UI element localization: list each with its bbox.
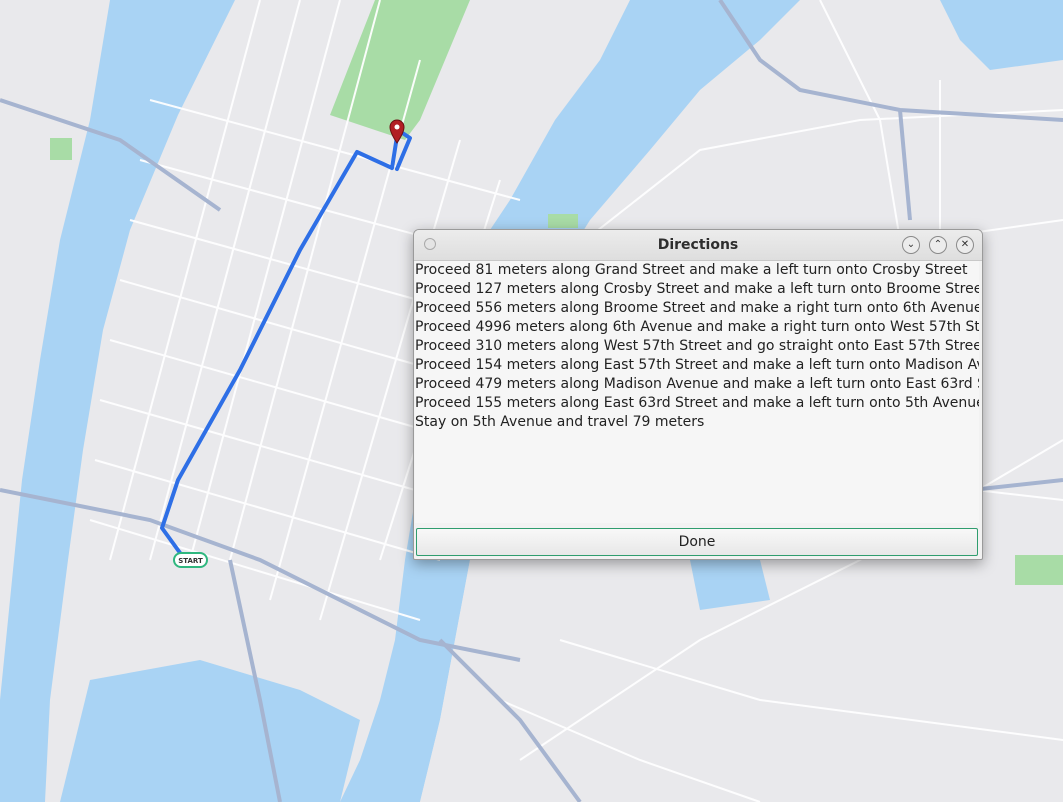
- minimize-button[interactable]: ⌄: [902, 236, 920, 254]
- directions-list[interactable]: Proceed 81 meters along Grand Street and…: [415, 261, 979, 523]
- park-patch: [50, 138, 72, 160]
- chevron-up-icon: ⌃: [933, 239, 943, 250]
- directions-dialog: Directions ⌄ ⌃ ✕ Proceed 81 meters along…: [413, 229, 983, 560]
- direction-step: Proceed 154 meters along East 57th Stree…: [415, 357, 979, 373]
- chevron-down-icon: ⌄: [906, 239, 916, 250]
- park-patch: [1015, 555, 1063, 585]
- dialog-title: Directions: [657, 237, 739, 253]
- start-marker[interactable]: START: [173, 552, 208, 568]
- direction-step: Proceed 556 meters along Broome Street a…: [415, 300, 979, 316]
- park-patch: [548, 214, 578, 228]
- done-button[interactable]: Done: [416, 528, 978, 556]
- direction-step: Proceed 127 meters along Crosby Street a…: [415, 281, 979, 297]
- close-icon: ✕: [960, 239, 970, 250]
- direction-step: Proceed 310 meters along West 57th Stree…: [415, 338, 979, 354]
- direction-step: Proceed 155 meters along East 63rd Stree…: [415, 395, 979, 411]
- direction-step: Proceed 479 meters along Madison Avenue …: [415, 376, 979, 392]
- close-button[interactable]: ✕: [956, 236, 974, 254]
- direction-step: Stay on 5th Avenue and travel 79 meters: [415, 414, 705, 430]
- dialog-titlebar[interactable]: Directions ⌄ ⌃ ✕: [414, 230, 982, 261]
- direction-step: Proceed 81 meters along Grand Street and…: [415, 262, 968, 278]
- direction-step: Proceed 4996 meters along 6th Avenue and…: [415, 319, 979, 335]
- maximize-button[interactable]: ⌃: [929, 236, 947, 254]
- start-label: START: [178, 557, 203, 565]
